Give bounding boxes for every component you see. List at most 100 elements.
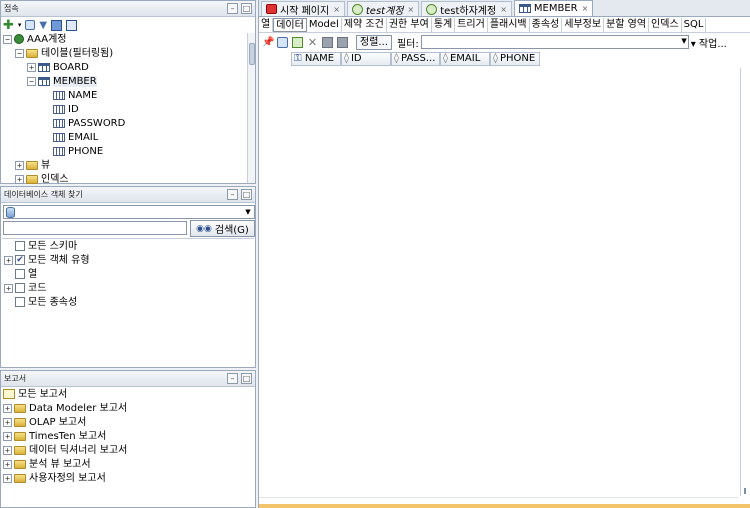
expand-toggle-icon[interactable]: + bbox=[3, 473, 12, 483]
tree-node-board[interactable]: + BOARD bbox=[27, 61, 89, 75]
option-all-dependencies[interactable]: 모든 종속성 bbox=[4, 296, 77, 310]
subtab-indexes[interactable]: 인덱스 bbox=[649, 17, 682, 32]
expand-toggle-icon[interactable]: + bbox=[3, 431, 12, 441]
subtab-triggers[interactable]: 트리거 bbox=[455, 17, 488, 32]
schema-browser-icon[interactable] bbox=[51, 19, 63, 31]
filter-input[interactable]: ▼ bbox=[420, 35, 689, 49]
report-node-all[interactable]: 모든 보고서 bbox=[3, 388, 67, 402]
checkbox[interactable] bbox=[15, 297, 25, 307]
subtab-statistics[interactable]: 통계 bbox=[432, 17, 456, 32]
subtab-constraints[interactable]: 제약 조건 bbox=[342, 17, 387, 32]
maximize-icon[interactable]: □ bbox=[241, 189, 252, 200]
delete-row-icon[interactable]: ✕ bbox=[307, 37, 318, 48]
chevron-down-icon[interactable]: ▼ bbox=[243, 207, 253, 217]
expand-toggle-icon[interactable]: + bbox=[3, 417, 12, 427]
chevron-down-icon[interactable]: ▼ bbox=[681, 37, 686, 45]
collapse-icon[interactable] bbox=[66, 19, 78, 31]
expand-toggle-icon[interactable]: + bbox=[3, 459, 12, 469]
tree-node-column[interactable]: PASSWORD bbox=[53, 117, 125, 131]
column-header-name[interactable]: ⚿ NAME bbox=[291, 52, 341, 66]
actions-menu[interactable]: ▾ 작업... bbox=[691, 35, 727, 50]
grid-vertical-scrollbar[interactable] bbox=[740, 68, 748, 496]
close-icon[interactable]: × bbox=[408, 5, 415, 14]
minimize-icon[interactable]: – bbox=[227, 3, 238, 14]
minimize-icon[interactable]: – bbox=[227, 373, 238, 384]
refresh-icon[interactable] bbox=[277, 36, 288, 48]
subtab-partitions[interactable]: 분할 영역 bbox=[604, 17, 650, 32]
collapse-toggle-icon[interactable]: − bbox=[3, 34, 12, 44]
connection-select[interactable]: ▼ bbox=[3, 205, 255, 219]
commit-icon[interactable] bbox=[322, 36, 333, 48]
close-icon[interactable]: × bbox=[582, 4, 589, 13]
expand-toggle-icon[interactable]: + bbox=[4, 255, 13, 265]
expand-toggle-icon[interactable]: + bbox=[27, 62, 36, 72]
collapse-toggle-icon[interactable]: − bbox=[15, 48, 24, 58]
report-node[interactable]: + TimesTen 보고서 bbox=[3, 430, 106, 444]
checkbox-checked[interactable]: ✔ bbox=[15, 255, 25, 265]
expand-toggle-icon[interactable]: + bbox=[3, 403, 12, 413]
tab-test-sub-account[interactable]: test하자계정 × bbox=[421, 1, 512, 17]
report-node[interactable]: + 사용자정의 보고서 bbox=[3, 472, 106, 486]
subtab-sql[interactable]: SQL bbox=[682, 17, 707, 32]
connections-scrollbar[interactable] bbox=[247, 33, 255, 183]
tree-node-indexes[interactable]: + 인덱스 bbox=[15, 173, 69, 187]
report-node[interactable]: + 분석 뷰 보고서 bbox=[3, 458, 91, 472]
close-icon[interactable]: × bbox=[500, 5, 507, 14]
checkbox[interactable] bbox=[15, 241, 25, 251]
report-node[interactable]: + 데이터 딕셔너리 보고서 bbox=[3, 444, 127, 458]
search-input[interactable] bbox=[3, 221, 187, 235]
horizontal-scrollbar[interactable] bbox=[259, 497, 738, 503]
tab-start-page[interactable]: 시작 페이지 × bbox=[261, 1, 345, 17]
report-node[interactable]: + OLAP 보고서 bbox=[3, 416, 86, 430]
column-header-email[interactable]: ◊ EMAIL bbox=[440, 52, 490, 66]
tree-node-member[interactable]: − MEMBER bbox=[27, 75, 97, 89]
column-header-phone[interactable]: ◊ PHONE bbox=[490, 52, 540, 66]
dropdown-arrow-icon[interactable]: ▾ bbox=[18, 21, 22, 29]
rollback-icon[interactable] bbox=[337, 36, 348, 48]
insert-row-icon[interactable] bbox=[292, 36, 303, 48]
tree-node-tables[interactable]: − 테이블(필터링됨) bbox=[15, 47, 113, 61]
option-columns[interactable]: 열 bbox=[4, 268, 37, 282]
close-icon[interactable]: × bbox=[333, 5, 340, 14]
maximize-icon[interactable]: □ bbox=[241, 373, 252, 384]
pin-icon[interactable]: 📌 bbox=[262, 37, 274, 48]
subtab-columns[interactable]: 열 bbox=[259, 17, 274, 32]
tree-node-views[interactable]: + 뷰 bbox=[15, 159, 50, 173]
subtab-flashback[interactable]: 플래시백 bbox=[488, 17, 530, 32]
expand-toggle-icon[interactable]: + bbox=[15, 174, 24, 184]
scrollbar-thumb[interactable] bbox=[249, 43, 255, 65]
maximize-icon[interactable]: □ bbox=[241, 3, 252, 14]
data-grid-body[interactable] bbox=[259, 67, 729, 497]
column-header-password[interactable]: ◊ PASS... bbox=[391, 52, 440, 66]
subtab-data[interactable]: 데이터 bbox=[273, 17, 307, 32]
tree-node-column[interactable]: ID bbox=[53, 103, 79, 117]
option-all-object-types[interactable]: + ✔ 모든 객체 유형 bbox=[4, 254, 90, 268]
add-connection-icon[interactable]: ✚ bbox=[3, 18, 14, 33]
column-header-label: PASS... bbox=[400, 53, 436, 64]
tree-node-column[interactable]: EMAIL bbox=[53, 131, 98, 145]
tab-test-account[interactable]: test계정 × bbox=[346, 1, 420, 17]
expand-toggle-icon[interactable]: + bbox=[3, 445, 12, 455]
minimize-icon[interactable]: – bbox=[227, 189, 238, 200]
tree-node-column[interactable]: NAME bbox=[53, 89, 97, 103]
checkbox[interactable] bbox=[15, 283, 25, 293]
subtab-model[interactable]: Model bbox=[307, 17, 342, 32]
search-button[interactable]: ◉◉ 검색(G) bbox=[190, 220, 255, 237]
tree-node-connection[interactable]: − AAA계정 bbox=[3, 33, 66, 47]
subtab-dependencies[interactable]: 종속성 bbox=[530, 17, 563, 32]
sort-button[interactable]: 정렬... bbox=[356, 34, 392, 50]
column-header-id[interactable]: ◊ ID bbox=[341, 52, 391, 66]
report-node[interactable]: + Data Modeler 보고서 bbox=[3, 402, 127, 416]
checkbox[interactable] bbox=[15, 269, 25, 279]
tree-node-column[interactable]: PHONE bbox=[53, 145, 103, 159]
subtab-grants[interactable]: 권한 부여 bbox=[387, 17, 432, 32]
option-code[interactable]: + 코드 bbox=[4, 282, 46, 296]
expand-toggle-icon[interactable]: + bbox=[4, 283, 13, 293]
collapse-toggle-icon[interactable]: − bbox=[27, 76, 36, 86]
option-all-schemas[interactable]: 모든 스키마 bbox=[4, 240, 77, 254]
subtab-details[interactable]: 세부정보 bbox=[562, 17, 605, 32]
refresh-icon[interactable] bbox=[25, 20, 36, 30]
expand-toggle-icon[interactable]: + bbox=[15, 160, 24, 170]
filter-icon[interactable]: ▼ bbox=[39, 20, 47, 31]
tab-member[interactable]: MEMBER × bbox=[513, 0, 594, 16]
